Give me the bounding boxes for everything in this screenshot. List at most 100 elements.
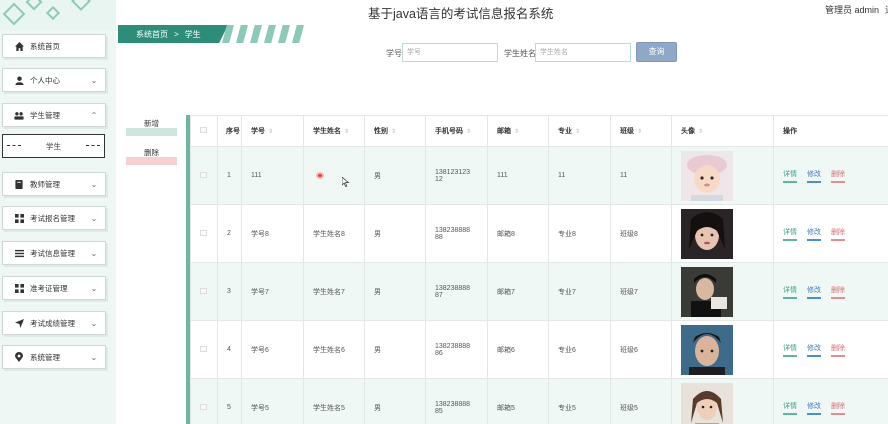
delete-link[interactable]: 删除 xyxy=(831,285,845,299)
sidebar-subitem-student[interactable]: 学生 xyxy=(2,134,105,158)
detail-link[interactable]: 详情 xyxy=(783,285,797,299)
cell-no: 2 xyxy=(217,204,242,263)
sidebar-item-home[interactable]: 系统首页 xyxy=(2,34,106,58)
cell-major: 专业7 xyxy=(548,262,611,321)
edit-link[interactable]: 修改 xyxy=(807,343,821,357)
cell-email: 111 xyxy=(487,146,549,205)
avatar xyxy=(681,266,733,317)
sidebar-item-student-management[interactable]: 学生管理 ⌃ xyxy=(2,103,106,127)
edit-link[interactable]: 修改 xyxy=(807,227,821,241)
sidebar-item-label: 考试成绩管理 xyxy=(30,318,75,328)
avatar xyxy=(681,324,733,375)
row-checkbox[interactable] xyxy=(190,204,218,263)
sidebar-item-admission-ticket[interactable]: 准考证管理 ⌄ xyxy=(2,276,106,300)
row-checkbox[interactable] xyxy=(190,262,218,321)
user-info: 管理员 admin退 xyxy=(825,3,888,16)
detail-link[interactable]: 详情 xyxy=(783,343,797,357)
cell-actions: 详情 修改 删除 xyxy=(773,378,888,424)
app-title: 基于java语言的考试信息报名系统 xyxy=(368,7,554,21)
chevron-down-icon: ⌄ xyxy=(90,318,98,328)
table-row: 3 学号7 学生姓名7 男 138238888 87 邮箱7 专业7 班级7 详情… xyxy=(190,262,888,321)
student-table: 序号 学号 ⇕ 学生姓名 ⇕ 性别 ⇕ 手机号码 ⇕ 邮箱 ⇕ 专业 ⇕ 班级 ⇕ 头像 ⇕ 操… xyxy=(186,115,888,424)
column-header-class[interactable]: 班级 ⇕ xyxy=(610,115,672,147)
cell-avatar xyxy=(671,146,774,205)
select-all-checkbox[interactable] xyxy=(190,115,218,147)
mouse-cursor-icon xyxy=(342,177,350,187)
student-name-input[interactable]: 学生姓名 xyxy=(535,43,631,62)
cell-name: 学生姓名5 xyxy=(303,378,365,424)
column-header-gender[interactable]: 性别 ⇕ xyxy=(364,115,426,147)
students-icon xyxy=(14,110,24,120)
sidebar-item-exam-info[interactable]: 考试信息管理 ⌄ xyxy=(2,241,106,265)
avatar xyxy=(681,382,733,424)
cell-gender: 男 xyxy=(364,262,426,321)
chevron-down-icon: ⌄ xyxy=(90,179,98,189)
delete-button[interactable]: 删除 xyxy=(126,147,177,165)
edit-link[interactable]: 修改 xyxy=(807,401,821,415)
add-button[interactable]: 新增 xyxy=(126,118,177,136)
table-row: 4 学号6 学生姓名6 男 138238888 86 邮箱6 专业6 班级6 详情… xyxy=(190,320,888,379)
cell-actions: 详情 修改 删除 xyxy=(773,146,888,205)
delete-link[interactable]: 删除 xyxy=(831,401,845,415)
cell-xuehao: 111 xyxy=(241,146,304,205)
cell-gender: 男 xyxy=(364,320,426,379)
column-header-avatar[interactable]: 头像 ⇕ xyxy=(671,115,774,147)
sidebar-item-exam-registration[interactable]: 考试报名管理 ⌄ xyxy=(2,206,106,230)
row-checkbox[interactable] xyxy=(190,320,218,379)
detail-link[interactable]: 详情 xyxy=(783,169,797,183)
row-checkbox[interactable] xyxy=(190,146,218,205)
cell-gender: 男 xyxy=(364,146,426,205)
row-checkbox[interactable] xyxy=(190,378,218,424)
cell-class: 班级6 xyxy=(610,320,672,379)
search-button[interactable]: 查询 xyxy=(636,42,677,62)
column-header-email[interactable]: 邮箱 ⇕ xyxy=(487,115,549,147)
record-indicator-icon xyxy=(316,172,324,179)
sidebar-item-label: 教师管理 xyxy=(30,179,60,189)
sidebar-item-exam-scores[interactable]: 考试成绩管理 ⌄ xyxy=(2,311,106,335)
cell-no: 5 xyxy=(217,378,242,424)
sidebar-item-label: 考试报名管理 xyxy=(30,213,75,223)
sidebar-item-personal-center[interactable]: 个人中心 ⌄ xyxy=(2,68,106,92)
cell-no: 3 xyxy=(217,262,242,321)
cell-actions: 详情 修改 删除 xyxy=(773,320,888,379)
sidebar-item-teacher-management[interactable]: 教师管理 ⌄ xyxy=(2,172,106,196)
detail-link[interactable]: 详情 xyxy=(783,227,797,241)
cell-xuehao: 学号6 xyxy=(241,320,304,379)
grid-icon xyxy=(14,283,24,293)
edit-link[interactable]: 修改 xyxy=(807,169,821,183)
corner-decoration xyxy=(0,0,116,30)
cell-major: 11 xyxy=(548,146,611,205)
xuehao-input[interactable]: 学号 xyxy=(402,43,498,62)
breadcrumb-home[interactable]: 系统首页 xyxy=(136,30,168,39)
user-icon xyxy=(14,75,24,85)
column-header-phone[interactable]: 手机号码 ⇕ xyxy=(425,115,488,147)
detail-link[interactable]: 详情 xyxy=(783,401,797,415)
sidebar-item-system-management[interactable]: 系统管理 ⌄ xyxy=(2,345,106,369)
column-header-name[interactable]: 学生姓名 ⇕ xyxy=(303,115,365,147)
sort-icon: ⇕ xyxy=(637,129,643,135)
cell-name: 学生姓名6 xyxy=(303,320,365,379)
cell-email: 邮箱7 xyxy=(487,262,549,321)
delete-link[interactable]: 删除 xyxy=(831,343,845,357)
sidebar-item-label: 考试信息管理 xyxy=(30,248,75,258)
breadcrumb-separator: > xyxy=(174,30,179,39)
cell-name: 学生姓名8 xyxy=(303,204,365,263)
cell-class: 11 xyxy=(610,146,672,205)
grid-icon xyxy=(14,213,24,223)
column-header-major[interactable]: 专业 ⇕ xyxy=(548,115,611,147)
xuehao-label: 学号 xyxy=(386,49,402,58)
cell-avatar xyxy=(671,320,774,379)
cell-class: 班级7 xyxy=(610,262,672,321)
column-header-xuehao[interactable]: 学号 ⇕ xyxy=(241,115,304,147)
send-icon xyxy=(14,318,24,328)
home-icon xyxy=(14,41,24,51)
breadcrumb-stripe xyxy=(264,25,276,43)
edit-link[interactable]: 修改 xyxy=(807,285,821,299)
cell-phone: 138238888 87 xyxy=(425,262,488,321)
chevron-up-icon: ⌃ xyxy=(90,110,98,120)
delete-link[interactable]: 删除 xyxy=(831,227,845,241)
sort-icon: ⇕ xyxy=(466,129,472,135)
sort-icon: ⇕ xyxy=(344,129,350,135)
cell-phone: 138238888 86 xyxy=(425,320,488,379)
delete-link[interactable]: 删除 xyxy=(831,169,845,183)
